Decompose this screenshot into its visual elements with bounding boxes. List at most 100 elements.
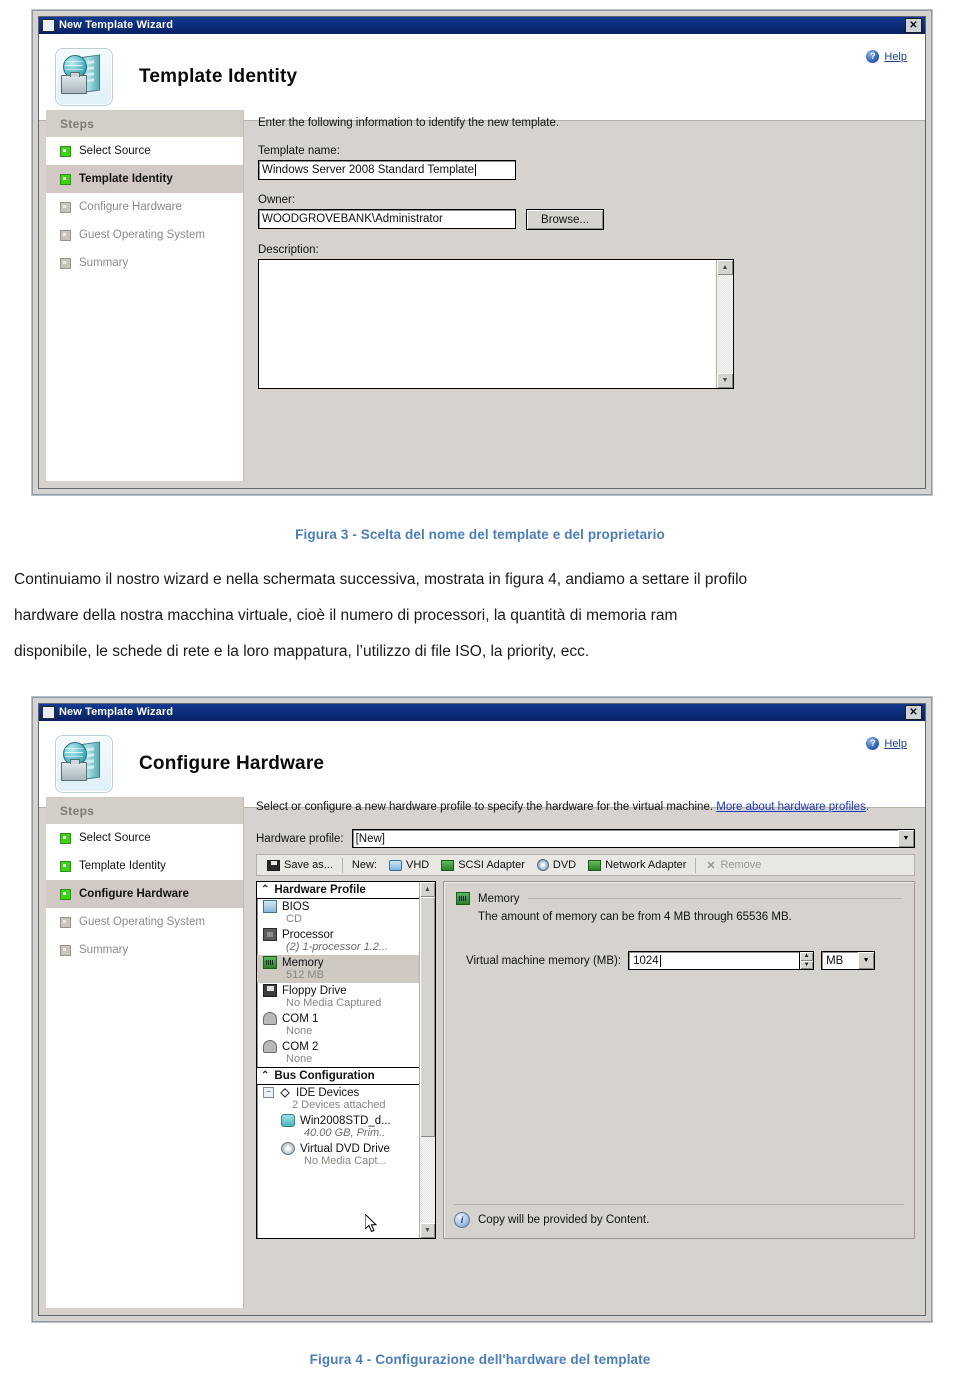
save-as-button[interactable]: Save as... [261,859,339,871]
new-vhd-button[interactable]: VHD [383,859,435,871]
description-textarea[interactable]: ▲ ▼ [258,259,734,389]
sidebar-item-summary[interactable]: Summary [46,249,243,277]
step-status-icon [60,229,71,241]
step-label: Template Identity [79,860,166,872]
dialog-body: Steps Select Source Template Identity Co… [39,790,925,1315]
tree-item-virtual-dvd-drive[interactable]: Virtual DVD Drive No Media Capt... [257,1141,435,1169]
stepper-buttons[interactable]: ▲ ▼ [799,951,815,970]
step-label: Guest Operating System [79,916,205,928]
node-label: Win2008STD_d... [300,1114,391,1127]
template-name-label: Template name: [258,145,340,157]
scroll-track[interactable] [717,275,733,373]
mouse-cursor [365,1214,379,1234]
remove-button[interactable]: ✕ Remove [699,859,767,872]
description-scrollbar[interactable]: ▲ ▼ [716,260,733,388]
sidebar-item-template-identity[interactable]: Template Identity [46,165,243,193]
tree-item-virtual-disk[interactable]: Win2008STD_d... 40.00 GB, Prim.. [257,1113,435,1141]
tree-item-com-1[interactable]: COM 1 None [257,1011,435,1039]
page-title: Configure Hardware [139,753,325,774]
chevron-up-icon[interactable]: ⌃ [261,1071,269,1081]
memory-input[interactable]: 1024 [628,951,800,970]
help-link[interactable]: ? Help [866,737,907,750]
node-sublabel: None [286,1025,313,1037]
scroll-up-button[interactable]: ▲ [717,260,733,275]
stepper-down-button[interactable]: ▼ [800,960,814,969]
bios-icon [263,900,277,913]
sidebar-item-guest-operating-system[interactable]: Guest Operating System [46,221,243,249]
step-label: Template Identity [79,173,173,185]
hardware-profile-select[interactable]: [New] ▼ [351,829,915,848]
step-label: Select Source [79,145,151,157]
sidebar-item-summary[interactable]: Summary [46,936,243,964]
sidebar-item-configure-hardware[interactable]: Configure Hardware [46,193,243,221]
window-title: New Template Wizard [59,19,174,31]
owner-input[interactable]: WOODGROVEBANK\Administrator [258,209,516,229]
tree-item-bios[interactable]: BIOS CD [257,899,435,927]
steps-header: Steps [46,798,243,824]
browse-button[interactable]: Browse... [526,209,604,230]
node-sublabel: 2 Devices attached [292,1099,386,1111]
hardware-configuration-area: ⌃ Hardware Profile BIOS CD Processor (2)… [256,881,915,1239]
tree-scrollbar[interactable]: ▲ ▼ [419,882,435,1238]
stepper-up-button[interactable]: ▲ [800,952,814,961]
tree-item-processor[interactable]: Processor (2) 1-processor 1.2... [257,927,435,955]
body-line-1: Continuiamo il nostro wizard e nella sch… [14,571,748,588]
tree-group-bus-configuration[interactable]: ⌃ Bus Configuration [257,1067,435,1085]
template-name-input[interactable]: Windows Server 2008 Standard Template [258,160,516,180]
node-label: BIOS [282,900,310,913]
more-about-hardware-profiles-link[interactable]: More about hardware profiles [716,801,866,813]
footer-divider [454,1204,904,1205]
sidebar-item-guest-operating-system[interactable]: Guest Operating System [46,908,243,936]
hardware-profile-value: [New] [355,832,385,845]
memory-stepper[interactable]: 1024 ▲ ▼ [628,951,815,970]
scroll-thumb[interactable] [420,897,435,1137]
info-icon: i [454,1212,470,1228]
chevron-up-icon[interactable]: ⌃ [261,885,269,895]
remove-label: Remove [720,859,762,871]
dialog-inner-frame: New Template Wizard ✕ Template Identity … [38,16,926,489]
help-icon: ? [866,50,880,63]
scroll-down-button[interactable]: ▼ [420,1223,435,1238]
tree-item-floppy-drive[interactable]: Floppy Drive No Media Captured [257,983,435,1011]
chevron-down-icon[interactable]: ▼ [858,952,875,969]
hardware-profile-tree[interactable]: ⌃ Hardware Profile BIOS CD Processor (2)… [256,881,436,1239]
close-button[interactable]: ✕ [905,18,922,33]
close-button[interactable]: ✕ [905,705,922,720]
help-label: Help [884,737,907,750]
tree-group-hardware-profile[interactable]: ⌃ Hardware Profile [257,882,435,899]
sidebar-item-select-source[interactable]: Select Source [46,824,243,852]
step-status-icon [60,860,71,872]
steps-sidebar: Steps Select Source Template Identity Co… [46,110,244,481]
scroll-down-button[interactable]: ▼ [717,373,733,388]
owner-row: WOODGROVEBANK\Administrator Browse... [258,209,909,230]
new-scsi-adapter-button[interactable]: SCSI Adapter [435,859,531,871]
step-status-icon [60,916,71,928]
sidebar-item-configure-hardware[interactable]: Configure Hardware [46,880,243,908]
com-port-icon [263,1012,277,1025]
new-dvd-button[interactable]: DVD [531,859,582,871]
tree-item-com-2[interactable]: COM 2 None [257,1039,435,1067]
help-label: Help [884,50,907,63]
memory-unit-select[interactable]: MB ▼ [821,951,876,970]
node-sublabel: CD [286,913,302,925]
scroll-track[interactable] [420,1137,435,1223]
sidebar-item-template-identity[interactable]: Template Identity [46,852,243,880]
tree-item-memory[interactable]: Memory 512 MB [257,955,435,983]
help-link[interactable]: ? Help [866,50,907,63]
titlebar: New Template Wizard ✕ [39,704,925,721]
step-status-icon [60,832,71,844]
node-label: COM 1 [282,1012,319,1025]
dvd-label: DVD [552,859,577,871]
chevron-down-icon[interactable]: ▼ [898,830,914,847]
collapse-expander-icon[interactable]: − [263,1087,274,1098]
text-caret [659,954,661,967]
memory-detail-panel: Memory The amount of memory can be from … [443,881,915,1239]
group-label: Bus Configuration [274,1070,375,1082]
template-name-value: Windows Server 2008 Standard Template [262,163,475,176]
scroll-up-button[interactable]: ▲ [420,882,435,897]
floppy-icon [263,984,277,997]
new-network-adapter-button[interactable]: Network Adapter [582,859,692,871]
tree-item-ide-devices[interactable]: − ◇ IDE Devices 2 Devices attached [257,1085,435,1113]
sidebar-item-select-source[interactable]: Select Source [46,137,243,165]
node-label: Memory [282,956,324,969]
